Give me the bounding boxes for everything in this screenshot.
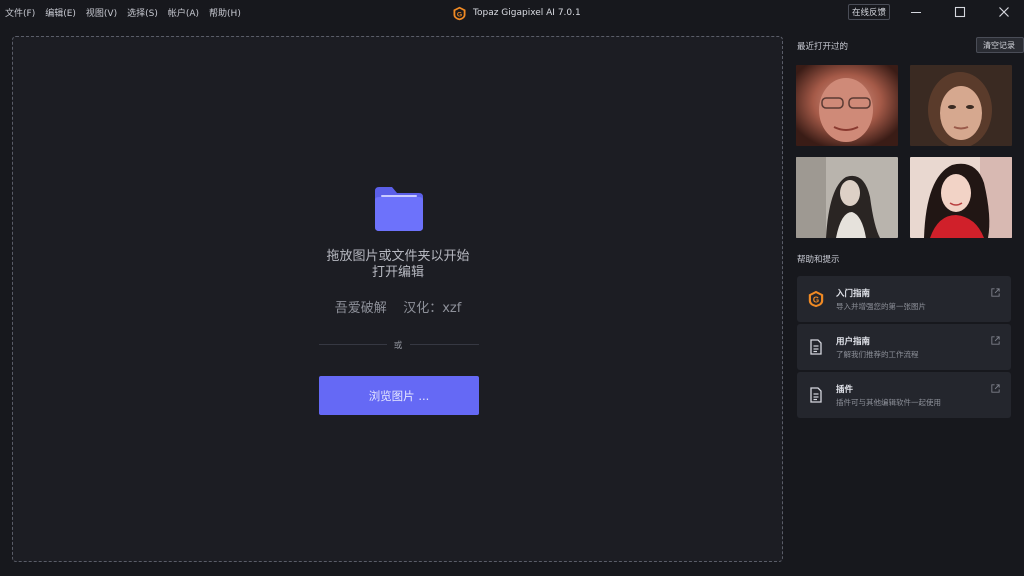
title-bar: 文件(F) 编辑(E) 视图(V) 选择(S) 帐户(A) 帮助(H) G To… bbox=[0, 0, 1024, 26]
menu-edit[interactable]: 编辑(E) bbox=[45, 6, 76, 19]
external-link-icon bbox=[991, 288, 1000, 297]
menu-select[interactable]: 选择(S) bbox=[127, 6, 158, 19]
menu-help[interactable]: 帮助(H) bbox=[209, 6, 241, 19]
maximize-icon bbox=[954, 6, 966, 18]
drop-instructions: 拖放图片或文件夹以开始 打开编辑 bbox=[298, 249, 498, 281]
recent-image-3 bbox=[796, 157, 898, 238]
menu-bar: 文件(F) 编辑(E) 视图(V) 选择(S) 帐户(A) 帮助(H) bbox=[5, 6, 241, 19]
document-icon bbox=[810, 387, 822, 403]
close-button[interactable] bbox=[992, 3, 1016, 21]
recent-image-1 bbox=[796, 65, 898, 146]
help-item-desc: 导入并增强您的第一张图片 bbox=[836, 302, 926, 311]
help-item-user-guide[interactable]: 用户指南 了解我们推荐的工作流程 bbox=[797, 324, 1011, 370]
maximize-button[interactable] bbox=[948, 3, 972, 21]
logo-letter: G bbox=[457, 11, 462, 18]
menu-account[interactable]: 帐户(A) bbox=[168, 6, 199, 19]
gigapixel-logo-icon: G bbox=[808, 290, 824, 308]
or-label: 或 bbox=[393, 341, 403, 351]
minimize-icon bbox=[911, 12, 921, 13]
help-item-title: 入门指南 bbox=[836, 289, 871, 299]
external-link-icon bbox=[991, 336, 1000, 345]
menu-view[interactable]: 视图(V) bbox=[86, 6, 117, 19]
help-item-title: 用户指南 bbox=[836, 337, 871, 347]
app-title-group: G Topaz Gigapixel AI 7.0.1 bbox=[452, 4, 581, 22]
drop-text-line-1: 拖放图片或文件夹以开始 bbox=[326, 249, 470, 264]
logo-letter: G bbox=[813, 296, 819, 305]
folder-icon bbox=[375, 187, 423, 231]
app-title: Topaz Gigapixel AI 7.0.1 bbox=[473, 8, 581, 18]
drop-text-line-2: 打开编辑 bbox=[371, 265, 424, 280]
help-heading: 帮助和提示 bbox=[797, 255, 840, 265]
external-link-icon bbox=[991, 384, 1000, 393]
recent-thumbnail[interactable] bbox=[796, 65, 898, 146]
recent-thumbnail[interactable] bbox=[796, 157, 898, 238]
recent-thumbnail[interactable] bbox=[910, 65, 1012, 146]
close-icon bbox=[999, 7, 1009, 17]
menu-file[interactable]: 文件(F) bbox=[5, 6, 35, 19]
divider-left bbox=[319, 344, 387, 345]
recent-heading: 最近打开过的 bbox=[797, 42, 849, 52]
recent-image-4 bbox=[910, 157, 1012, 238]
divider-right bbox=[410, 344, 479, 345]
feedback-button[interactable]: 在线反馈 bbox=[848, 4, 890, 20]
document-icon bbox=[810, 339, 822, 355]
gigapixel-logo-icon: G bbox=[453, 6, 466, 20]
crack-credit-text: 吾爱破解 汉化：xzf bbox=[334, 301, 462, 316]
browse-images-button[interactable]: 浏览图片 ... bbox=[319, 376, 479, 415]
help-item-plugins[interactable]: 插件 插件可与其他编辑软件一起使用 bbox=[797, 372, 1011, 418]
recent-image-2 bbox=[910, 65, 1012, 146]
recent-thumbnail[interactable] bbox=[910, 157, 1012, 238]
clear-history-button[interactable]: 清空记录 bbox=[976, 37, 1024, 53]
help-item-desc: 了解我们推荐的工作流程 bbox=[836, 350, 919, 359]
drop-zone[interactable]: 拖放图片或文件夹以开始 打开编辑 吾爱破解 汉化：xzf 或 浏览图片 ... bbox=[12, 36, 783, 562]
help-item-getting-started[interactable]: G 入门指南 导入并增强您的第一张图片 bbox=[797, 276, 1011, 322]
help-item-desc: 插件可与其他编辑软件一起使用 bbox=[836, 398, 941, 407]
minimize-button[interactable] bbox=[904, 3, 928, 21]
help-item-title: 插件 bbox=[836, 385, 854, 395]
